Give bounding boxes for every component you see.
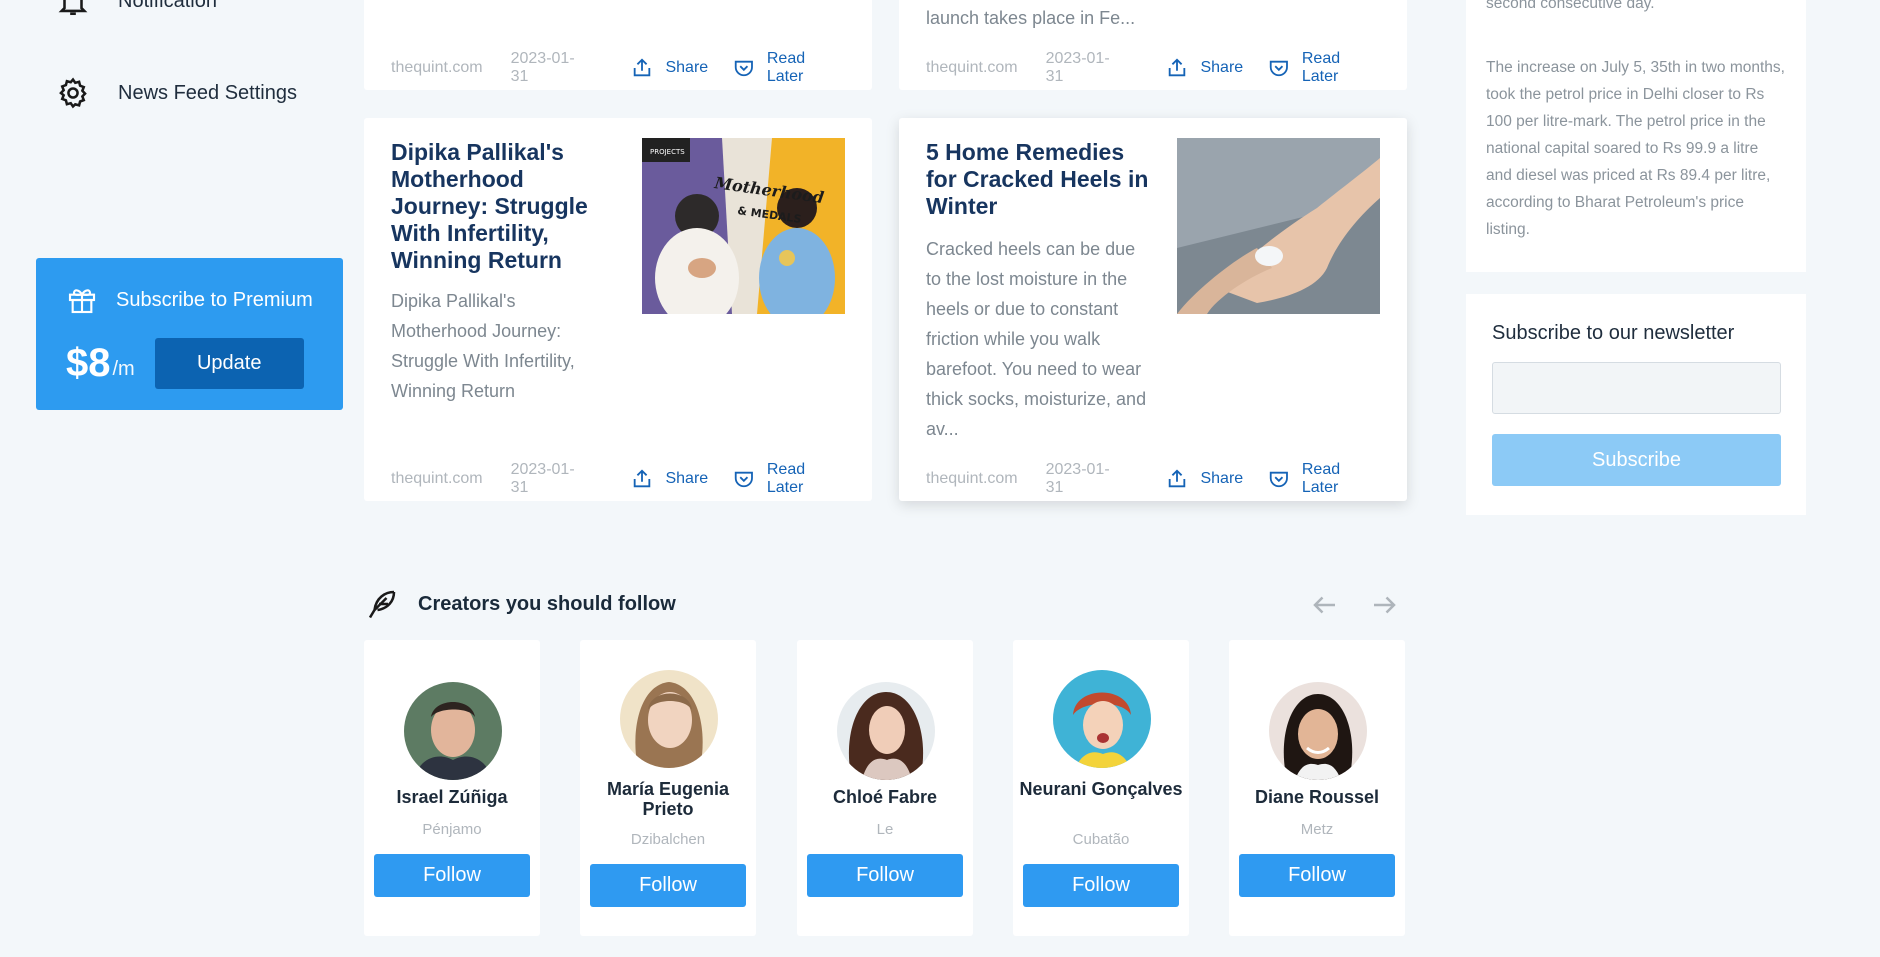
arrow-left-icon[interactable] bbox=[1310, 590, 1340, 620]
follow-button[interactable]: Follow bbox=[807, 854, 963, 897]
sidebar-item-news-feed-settings[interactable]: News Feed Settings bbox=[56, 76, 297, 110]
news-card[interactable]: thequint.com 2023-01-31 Share Read Later bbox=[364, 0, 872, 90]
gift-icon bbox=[68, 289, 96, 314]
creator-card: Israel Zúñiga Pénjamo Follow bbox=[364, 640, 540, 936]
card-source: thequint.com bbox=[391, 59, 483, 76]
creator-city: Dzibalchen bbox=[630, 831, 706, 848]
sidebar-item-label: News Feed Settings bbox=[118, 81, 297, 104]
card-source: thequint.com bbox=[926, 470, 1018, 487]
gear-icon bbox=[59, 77, 87, 109]
sidebar-item-label: Notification bbox=[118, 0, 217, 12]
share-button[interactable]: Share bbox=[1166, 468, 1243, 490]
avatar[interactable] bbox=[404, 682, 502, 780]
card-date: 2023-01-31 bbox=[1045, 461, 1110, 496]
premium-label: Subscribe to Premium bbox=[116, 288, 313, 311]
card-source: thequint.com bbox=[926, 59, 1018, 76]
pocket-icon bbox=[1269, 471, 1289, 488]
pocket-icon bbox=[734, 60, 754, 77]
news-text-tail: second consecutive day. bbox=[1486, 0, 1655, 12]
card-date: 2023-01-31 bbox=[510, 461, 575, 496]
card-meta: thequint.com 2023-01-31 Share Read Later bbox=[926, 46, 1380, 90]
premium-price: $8 bbox=[66, 341, 111, 385]
feather-icon bbox=[368, 590, 396, 619]
card-source: thequint.com bbox=[391, 470, 483, 487]
creator-city: Le bbox=[876, 821, 894, 838]
card-meta: thequint.com 2023-01-31 Share Read Later bbox=[926, 457, 1380, 501]
creator-name: Diane Roussel bbox=[1254, 787, 1380, 807]
creator-card: Chloé Fabre Le Follow bbox=[797, 640, 973, 936]
news-card[interactable]: Dipika Pallikal's Motherhood Journey: St… bbox=[364, 118, 872, 501]
share-button[interactable]: Share bbox=[631, 468, 708, 490]
newsletter-email-input[interactable] bbox=[1492, 362, 1781, 414]
share-button[interactable]: Share bbox=[631, 57, 708, 79]
follow-button[interactable]: Follow bbox=[1023, 864, 1179, 907]
sidebar-item-notification[interactable]: Notification bbox=[56, 0, 217, 18]
share-icon bbox=[634, 58, 651, 77]
news-text-paragraph: The increase on July 5, 35th in two mont… bbox=[1486, 59, 1785, 238]
read-later-button[interactable]: Read Later bbox=[733, 50, 845, 86]
share-icon bbox=[1169, 469, 1186, 488]
card-title[interactable]: Dipika Pallikal's Motherhood Journey: St… bbox=[391, 139, 616, 274]
pocket-icon bbox=[1269, 60, 1289, 77]
card-date: 2023-01-31 bbox=[510, 50, 575, 85]
news-card[interactable]: 5 Home Remedies for Cracked Heels in Win… bbox=[899, 118, 1407, 501]
avatar[interactable] bbox=[837, 682, 935, 780]
avatar[interactable] bbox=[1269, 682, 1367, 780]
creator-name: María Eugenia Prieto bbox=[606, 779, 730, 819]
creator-name: Chloé Fabre bbox=[832, 787, 938, 807]
creator-card: Neurani Gonçalves Cubatão Follow bbox=[1013, 640, 1189, 936]
card-thumbnail[interactable] bbox=[1177, 138, 1380, 314]
creator-card: Diane Roussel Metz Follow bbox=[1229, 640, 1405, 936]
card-description: Cracked heels can be due to the lost moi… bbox=[926, 239, 1147, 439]
card-thumbnail[interactable]: PROJECTS Motherhood & MEDALS bbox=[642, 138, 845, 314]
creator-city: Pénjamo bbox=[422, 821, 482, 838]
premium-period: /m bbox=[112, 358, 135, 380]
newsletter-box: Subscribe to our newsletter Subscribe bbox=[1466, 294, 1806, 515]
share-icon bbox=[1169, 58, 1186, 77]
card-meta: thequint.com 2023-01-31 Share Read Later bbox=[391, 457, 845, 501]
card-meta: thequint.com 2023-01-31 Share Read Later bbox=[391, 46, 845, 90]
follow-button[interactable]: Follow bbox=[374, 854, 530, 897]
subscribe-button[interactable]: Subscribe bbox=[1492, 434, 1781, 486]
avatar[interactable] bbox=[620, 670, 718, 768]
read-later-button[interactable]: Read Later bbox=[733, 461, 845, 497]
premium-box: Subscribe to Premium $8 /m Update bbox=[36, 258, 343, 410]
card-date: 2023-01-31 bbox=[1045, 50, 1110, 85]
share-button[interactable]: Share bbox=[1166, 57, 1243, 79]
share-icon bbox=[634, 469, 651, 488]
creator-name: Israel Zúñiga bbox=[396, 787, 508, 807]
avatar[interactable] bbox=[1053, 670, 1151, 768]
card-description: launch takes place in Fe... bbox=[926, 8, 1136, 28]
update-button[interactable]: Update bbox=[154, 338, 304, 389]
arrow-right-icon[interactable] bbox=[1369, 590, 1399, 620]
bell-icon bbox=[58, 0, 88, 16]
news-card[interactable]: launch takes place in Fe... thequint.com… bbox=[899, 0, 1407, 90]
thumb-text: PROJECTS bbox=[650, 148, 685, 156]
creator-name: Neurani Gonçalves bbox=[1019, 779, 1183, 799]
creator-card: María Eugenia Prieto Dzibalchen Follow bbox=[580, 640, 756, 936]
follow-button[interactable]: Follow bbox=[590, 864, 746, 907]
creators-title: Creators you should follow bbox=[418, 592, 676, 615]
creator-city: Cubatão bbox=[1072, 831, 1130, 848]
creators-header: Creators you should follow bbox=[364, 586, 676, 622]
newsletter-title: Subscribe to our newsletter bbox=[1492, 322, 1735, 344]
read-later-button[interactable]: Read Later bbox=[1268, 461, 1380, 497]
read-later-button[interactable]: Read Later bbox=[1268, 50, 1380, 86]
follow-button[interactable]: Follow bbox=[1239, 854, 1395, 897]
card-description: Dipika Pallikal's Motherhood Journey: St… bbox=[391, 291, 575, 401]
right-news-panel: second consecutive day. The increase on … bbox=[1466, 0, 1806, 272]
pocket-icon bbox=[734, 471, 754, 488]
creator-city: Metz bbox=[1300, 821, 1334, 838]
card-title[interactable]: 5 Home Remedies for Cracked Heels in Win… bbox=[926, 139, 1151, 220]
